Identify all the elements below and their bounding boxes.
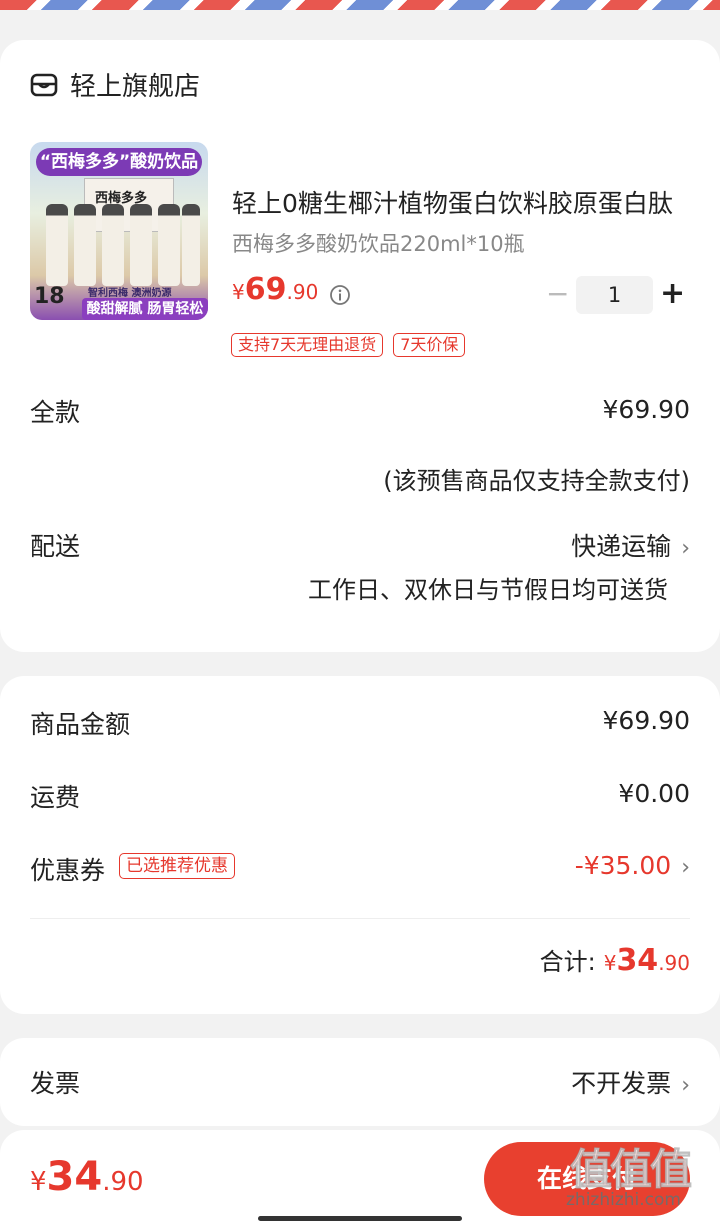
checkout-currency: ¥ [30, 1167, 47, 1197]
product-image[interactable]: “西梅多多”酸奶饮品 西梅多多 18 智利西梅 澳洲奶源 酸甜解腻 肠胃轻松 [30, 142, 208, 320]
bottle-graphic [46, 204, 68, 286]
invoice-card[interactable]: 发票 不开发票 › [0, 1038, 720, 1126]
checkout-integer: 34 [46, 1154, 103, 1200]
checkout-price: ¥34.90 [30, 1154, 144, 1200]
full-payment-note: (该预售商品仅支持全款支付) [383, 467, 690, 495]
home-indicator[interactable] [258, 1216, 462, 1221]
total-decimal: .90 [658, 951, 690, 975]
goods-amount-label: 商品金额 [30, 710, 131, 739]
bottle-graphic [158, 204, 180, 286]
coupon-label: 优惠券 [30, 856, 106, 885]
full-payment-value: ¥69.90 [602, 395, 690, 424]
product-image-banner: “西梅多多”酸奶饮品 [36, 148, 202, 176]
total-label: 合计: [539, 948, 596, 976]
product-image-count: 18 [34, 284, 65, 309]
delivery-note: 工作日、双休日与节假日均可送货 [308, 576, 668, 604]
product-price: ¥69.90 [232, 272, 318, 307]
bottle-graphic [74, 204, 96, 286]
invoice-label: 发票 [30, 1069, 81, 1098]
total-currency: ¥ [603, 951, 617, 975]
product-spec[interactable]: 西梅多多酸奶饮品220ml*10瓶 [232, 228, 525, 258]
goods-amount-value: ¥69.90 [602, 706, 690, 735]
service-tag: 支持7天无理由退货 [231, 333, 384, 357]
chevron-right-icon: › [681, 1073, 690, 1098]
total-integer: 34 [616, 943, 659, 978]
info-icon[interactable] [329, 284, 351, 306]
bottle-graphic [102, 204, 124, 286]
price-integer: 69 [244, 272, 287, 307]
service-tag: 7天价保 [393, 333, 466, 357]
service-tags: 支持7天无理由退货 7天价保 [231, 333, 466, 357]
delivery-label: 配送 [30, 532, 81, 561]
price-summary-card: 商品金额 ¥69.90 运费 ¥0.00 优惠券 已选推荐优惠 -¥35.00 ›… [0, 676, 720, 1014]
coupon-tag: 已选推荐优惠 [119, 853, 235, 879]
checkout-decimal: .90 [102, 1167, 144, 1197]
store-name: 轻上旗舰店 [70, 72, 201, 102]
delivery-method-text: 快递运输 [571, 532, 672, 561]
order-total: 合计: ¥34.90 [540, 942, 690, 978]
airmail-border [0, 0, 720, 10]
product-image-slogan-banner: 酸甜解腻 肠胃轻松 [82, 298, 208, 320]
quantity-decrease-button[interactable]: − [546, 280, 569, 312]
coupon-value: -¥35.00 [574, 851, 672, 880]
price-decimal: .90 [286, 280, 319, 304]
product-title[interactable]: 轻上0糖生椰汁植物蛋白饮料胶原蛋白肽 [232, 184, 682, 220]
chevron-right-icon: › [681, 855, 690, 880]
order-card: 轻上旗舰店 “西梅多多”酸奶饮品 西梅多多 18 智利西梅 澳洲奶源 酸甜解腻 … [0, 40, 720, 652]
store-header[interactable]: 轻上旗舰店 [30, 66, 200, 103]
delivery-method[interactable]: 快递运输 › [571, 527, 690, 563]
checkout-bar: ¥34.90 在线支付 [0, 1130, 720, 1224]
full-payment-label: 全款 [30, 398, 81, 427]
bottle-graphic [130, 204, 152, 286]
store-icon [30, 73, 58, 96]
quantity-increase-button[interactable]: + [660, 278, 685, 312]
shipping-label: 运费 [30, 783, 81, 812]
quantity-input[interactable]: 1 [576, 276, 653, 314]
chevron-right-icon: › [681, 536, 690, 561]
pay-online-button[interactable]: 在线支付 [484, 1142, 690, 1216]
shipping-value: ¥0.00 [618, 779, 690, 808]
coupon-selector[interactable]: -¥35.00 › [575, 851, 690, 880]
invoice-selector[interactable]: 不开发票 › [571, 1064, 690, 1100]
divider [30, 918, 690, 919]
price-currency: ¥ [232, 280, 245, 304]
invoice-value: 不开发票 [571, 1069, 672, 1098]
bottle-graphic [182, 204, 200, 286]
product-image-slogan: 智利西梅 澳洲奶源 [88, 288, 172, 299]
